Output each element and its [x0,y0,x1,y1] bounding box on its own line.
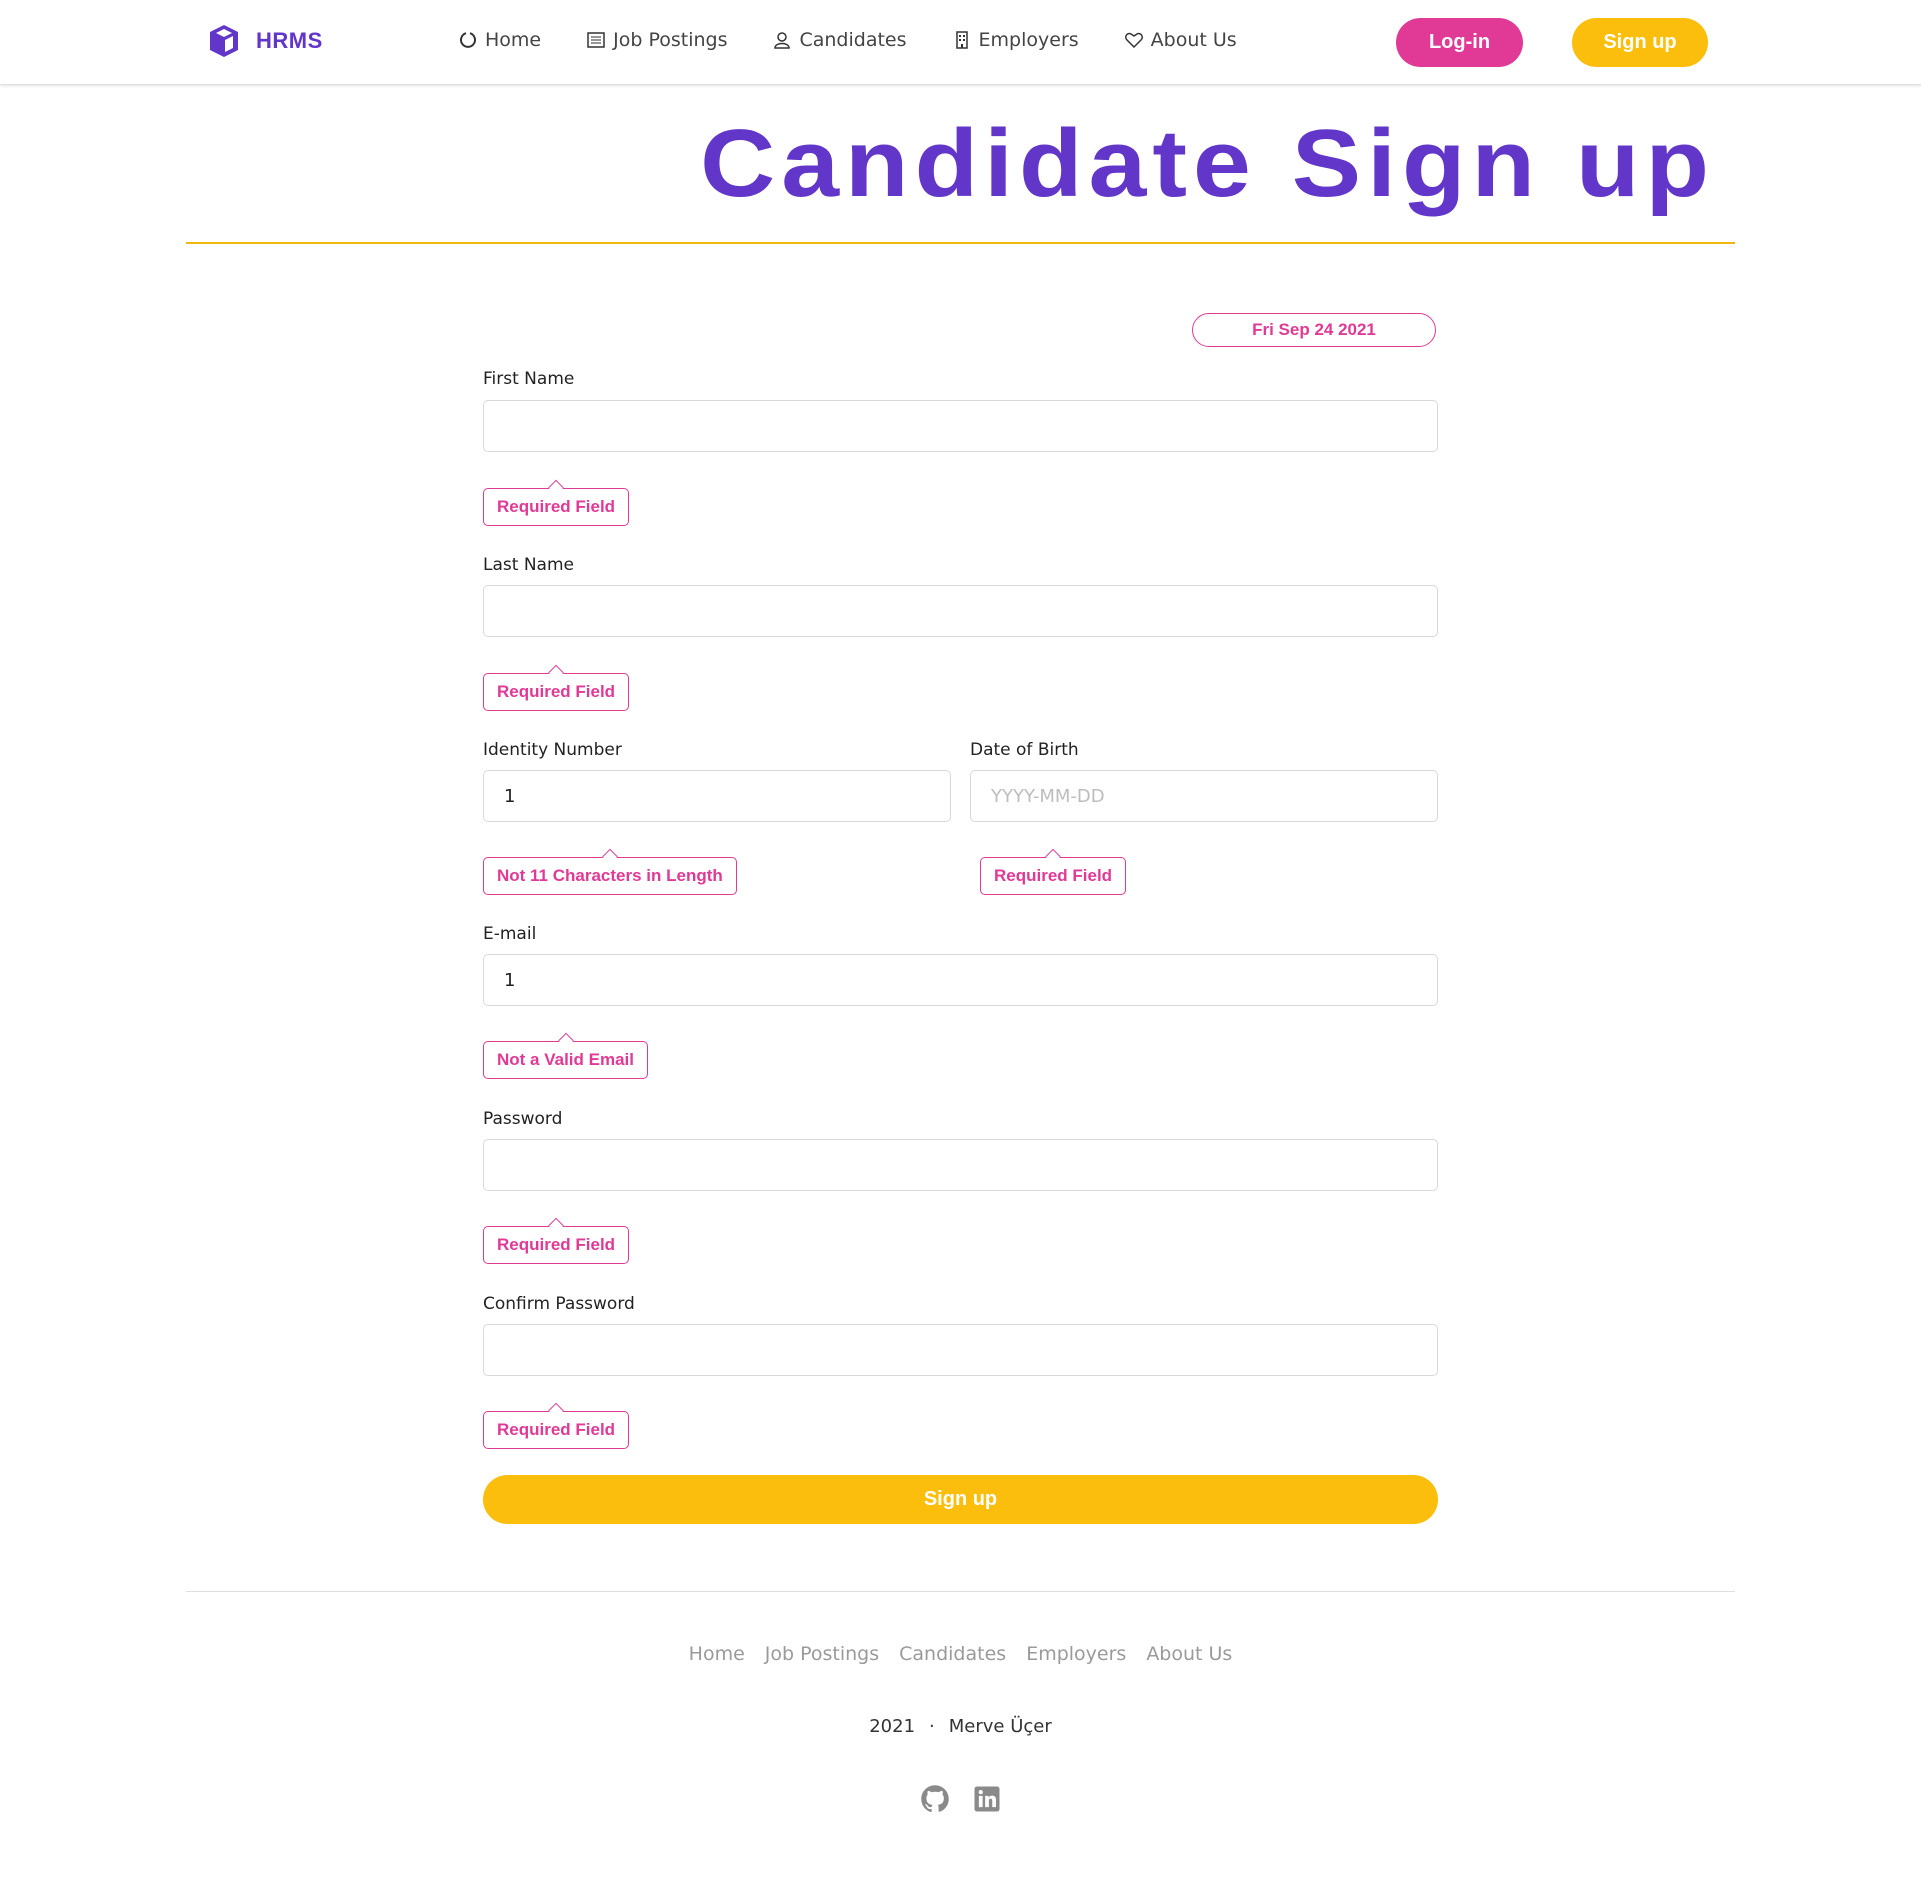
brand-logo[interactable]: HRMS [208,24,323,58]
password-error: Required Field [483,1226,630,1264]
copyright-separator: · [929,1716,935,1737]
github-icon[interactable] [920,1784,950,1814]
nav-employers-label: Employers [978,29,1079,51]
first-name-label: First Name [483,369,575,389]
heart-icon [1124,32,1143,49]
brand-name: HRMS [256,28,323,53]
user-icon [774,32,791,49]
last-name-input[interactable] [483,585,1438,637]
nav-employers[interactable]: Employers [952,29,1079,51]
date-badge: Fri Sep 24 2021 [1192,313,1436,347]
footer-link-job-postings[interactable]: Job Postings [765,1643,879,1665]
footer-divider [186,1591,1735,1592]
nav-about-us-label: About Us [1150,29,1237,51]
email-input[interactable] [483,954,1438,1006]
main-nav: Home Job Postings Candidates Employers A… [458,29,1282,51]
copyright-year: 2021 [869,1716,916,1737]
nav-home[interactable]: Home [458,29,541,51]
login-button[interactable]: Log-in [1396,18,1523,67]
password-input[interactable] [483,1139,1438,1191]
footer-link-about-us[interactable]: About Us [1146,1643,1232,1665]
nav-candidates[interactable]: Candidates [772,29,907,51]
footer-links: Home Job Postings Candidates Employers A… [0,1643,1921,1665]
building-icon [955,31,968,49]
last-name-label: Last Name [483,555,574,575]
confirm-password-input[interactable] [483,1324,1438,1376]
circle-notch-icon [460,32,476,48]
social-links [0,1784,1921,1814]
signup-nav-button[interactable]: Sign up [1572,18,1708,67]
footer-link-candidates[interactable]: Candidates [899,1643,1006,1665]
footer-link-home[interactable]: Home [689,1643,745,1665]
cube-icon [210,25,238,57]
top-navbar: HRMS Home Job Postings Candidates Employ… [0,0,1921,85]
footer-link-employers[interactable]: Employers [1026,1643,1126,1665]
nav-candidates-label: Candidates [799,29,907,51]
identity-number-error: Not 11 Characters in Length [483,857,737,895]
first-name-input[interactable] [483,400,1438,452]
copyright: 2021 · Merve Üçer [0,1716,1921,1737]
list-icon [587,32,605,48]
confirm-password-label: Confirm Password [483,1294,635,1314]
nav-job-postings[interactable]: Job Postings [586,29,727,51]
nav-about-us[interactable]: About Us [1124,29,1237,51]
title-divider [186,242,1735,244]
confirm-password-error: Required Field [483,1411,630,1449]
first-name-error: Required Field [483,488,630,526]
email-label: E-mail [483,924,537,944]
identity-number-label: Identity Number [483,740,622,760]
last-name-error: Required Field [483,673,630,711]
date-of-birth-label: Date of Birth [970,740,1079,760]
page-title: Candidate Sign up [700,110,1715,218]
date-of-birth-error: Required Field [980,857,1127,895]
email-error: Not a Valid Email [483,1041,648,1079]
nav-job-postings-label: Job Postings [613,29,728,51]
nav-home-label: Home [485,29,542,51]
linkedin-icon[interactable] [972,1784,1002,1814]
date-of-birth-input[interactable] [970,770,1438,822]
password-label: Password [483,1109,563,1129]
signup-submit-button[interactable]: Sign up [483,1475,1438,1524]
identity-number-input[interactable] [483,770,951,822]
copyright-author: Merve Üçer [948,1716,1052,1737]
